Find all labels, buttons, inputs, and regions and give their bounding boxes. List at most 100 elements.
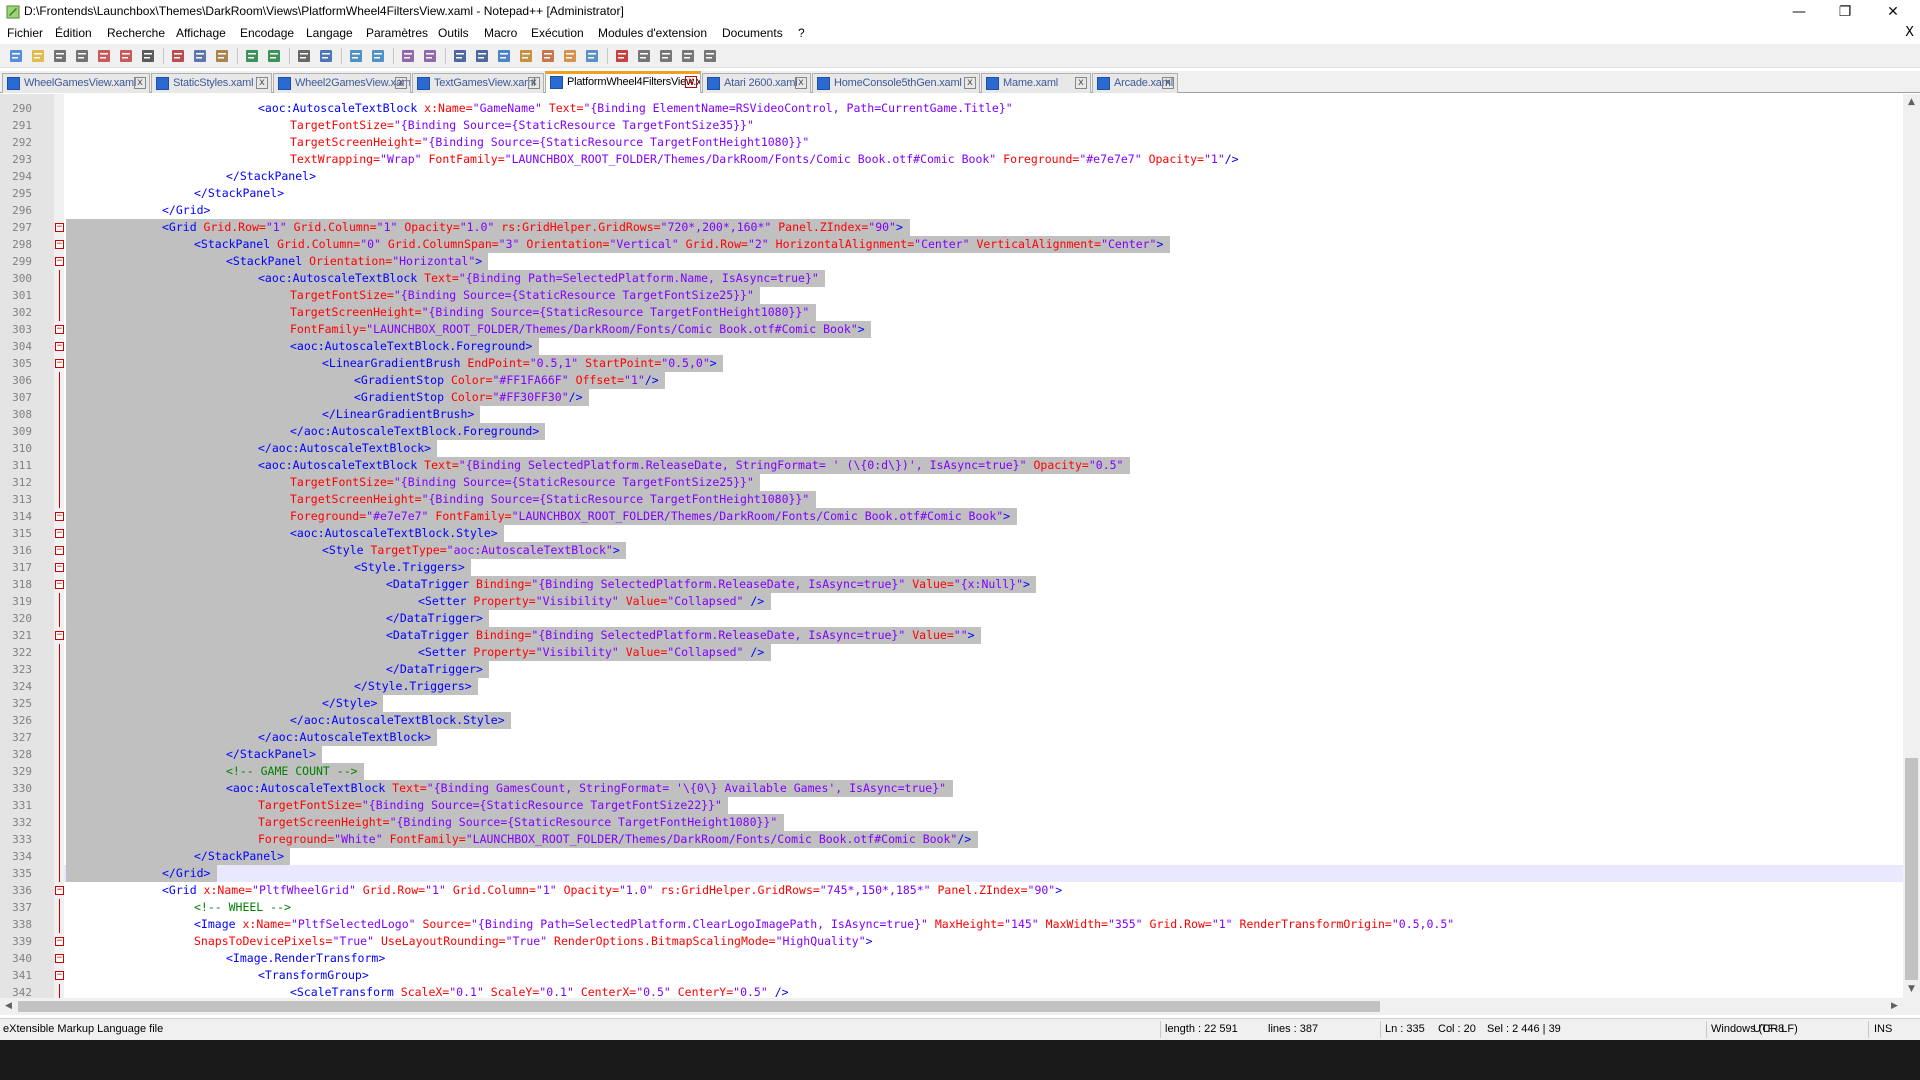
function-list-icon[interactable] (540, 48, 556, 64)
code-line[interactable]: 306 <GradientStop Color="#FF1FA66F" Offse… (0, 372, 1903, 389)
horizontal-scroll-thumb[interactable] (18, 1001, 1380, 1012)
close-all-icon[interactable] (118, 48, 134, 64)
doc-map-icon[interactable] (518, 48, 534, 64)
code-line[interactable]: 310 </aoc:AutoscaleTextBlock> (0, 440, 1903, 457)
folder-workspace-icon[interactable] (562, 48, 578, 64)
find-icon[interactable] (296, 48, 312, 64)
code-line[interactable]: 305− <LinearGradientBrush EndPoint="0.5,1… (0, 355, 1903, 372)
close-document-button[interactable]: X (1905, 25, 1914, 40)
fold-toggle-icon[interactable]: − (55, 325, 64, 334)
code-line[interactable]: 312 TargetFontSize="{Binding Source={Stat… (0, 474, 1903, 491)
menu-documents[interactable]: Documents (722, 26, 783, 40)
code-line[interactable]: 296 </Grid> (0, 202, 1903, 219)
zoom-in-icon[interactable] (348, 48, 364, 64)
tab-close-icon[interactable]: x (395, 77, 407, 89)
tab-platformwheel4filtersview-xaml[interactable]: PlatformWheel4FiltersView.xamlx (545, 71, 701, 93)
code-line[interactable]: 300 <aoc:AutoscaleTextBlock Text="{Bindin… (0, 270, 1903, 287)
tab-textgamesview-xaml[interactable]: TextGamesView.xaml x (412, 73, 544, 93)
run-macro-multiple-icon[interactable] (680, 48, 696, 64)
tab-arcade-xaml[interactable]: Arcade.xaml x (1092, 73, 1178, 93)
code-line[interactable]: 317 − <Style.Triggers> (0, 559, 1903, 576)
fold-toggle-icon[interactable]: − (55, 546, 64, 555)
horizontal-scrollbar[interactable]: ◀ ▶ (0, 998, 1920, 1015)
menu-outils[interactable]: Outils (438, 26, 469, 40)
code-line[interactable]: 333 Foreground="White" FontFamily="LAUNCH… (0, 831, 1903, 848)
fold-toggle-icon[interactable]: − (55, 886, 64, 895)
scroll-right-icon[interactable]: ▶ (1886, 998, 1903, 1015)
maximize-button[interactable]: ❐ (1822, 0, 1868, 24)
code-line[interactable]: 308 </LinearGradientBrush> (0, 406, 1903, 423)
show-all-chars-icon[interactable] (474, 48, 490, 64)
code-line[interactable]: 313 TargetScreenHeight="{Binding Source={… (0, 491, 1903, 508)
code-line[interactable]: 335 </Grid> (0, 865, 1903, 882)
code-editor[interactable]: 290 <aoc:AutoscaleTextBlock x:Name="GameN… (0, 94, 1903, 998)
zoom-out-icon[interactable] (370, 48, 386, 64)
sync-horizontal-icon[interactable] (422, 48, 438, 64)
minimize-button[interactable]: — (1776, 0, 1822, 24)
code-line[interactable]: 342 <ScaleTransform ScaleX="0.1" ScaleY="… (0, 984, 1903, 998)
save-macro-icon[interactable] (702, 48, 718, 64)
redo-icon[interactable] (266, 48, 282, 64)
code-line[interactable]: 297− <Grid Grid.Row="1" Grid.Column="1" O… (0, 219, 1903, 236)
tab-staticstyles-xaml[interactable]: StaticStyles.xaml x (151, 73, 272, 93)
tab-close-icon[interactable]: x (256, 77, 268, 89)
fold-toggle-icon[interactable]: − (55, 954, 64, 963)
code-line[interactable]: 329 <!-- GAME COUNT --> (0, 763, 1903, 780)
code-line[interactable]: 311 <aoc:AutoscaleTextBlock Text="{Bindin… (0, 457, 1903, 474)
code-line[interactable]: 314− Foreground="#e7e7e7" FontFamily="LAU… (0, 508, 1903, 525)
tab-wheel2gamesview-xaml[interactable]: Wheel2GamesView.xaml x (273, 73, 411, 93)
fold-toggle-icon[interactable]: − (55, 342, 64, 351)
fold-toggle-icon[interactable]: − (55, 223, 64, 232)
tab-mame-xaml[interactable]: Mame.xaml x (981, 73, 1091, 93)
code-line[interactable]: 303− FontFamily="LAUNCHBOX_ROOT_FOLDER/Th… (0, 321, 1903, 338)
code-line[interactable]: 336− <Grid x:Name="PltfWheelGrid" Grid.Ro… (0, 882, 1903, 899)
code-line[interactable]: 320 </DataTrigger> (0, 610, 1903, 627)
code-line[interactable]: 304 − <aoc:AutoscaleTextBlock.Foreground> (0, 338, 1903, 355)
code-line[interactable]: 290 <aoc:AutoscaleTextBlock x:Name="GameN… (0, 100, 1903, 117)
word-wrap-icon[interactable] (452, 48, 468, 64)
vertical-scroll-thumb[interactable] (1905, 758, 1918, 980)
code-line[interactable]: 292 TargetScreenHeight="{Binding Source={… (0, 134, 1903, 151)
code-line[interactable]: 341 − <TransformGroup> (0, 967, 1903, 984)
menu-recherche[interactable]: Recherche (107, 26, 165, 40)
code-line[interactable]: 295 </StackPanel> (0, 185, 1903, 202)
code-line[interactable]: 293 TextWrapping="Wrap" FontFamily="LAUNC… (0, 151, 1903, 168)
code-line[interactable]: 334 </StackPanel> (0, 848, 1903, 865)
monitoring-icon[interactable] (584, 48, 600, 64)
indent-guide-icon[interactable] (496, 48, 512, 64)
save-icon[interactable] (52, 48, 68, 64)
menu-affichage[interactable]: Affichage (176, 26, 226, 40)
tab-close-icon[interactable]: x (685, 76, 697, 88)
vertical-scrollbar[interactable]: ▲ ▼ (1903, 94, 1920, 998)
code-line[interactable]: 338 <Image x:Name="PltfSelectedLogo" Sour… (0, 916, 1903, 933)
code-line[interactable]: 302 TargetScreenHeight="{Binding Source={… (0, 304, 1903, 321)
fold-toggle-icon[interactable]: − (55, 257, 64, 266)
tab-wheelgamesview-xaml[interactable]: WheelGamesView.xaml x (2, 73, 150, 93)
tab-atari-2600-xaml[interactable]: Atari 2600.xaml x (702, 73, 811, 93)
code-line[interactable]: 294 </StackPanel> (0, 168, 1903, 185)
record-macro-icon[interactable] (614, 48, 630, 64)
menu-help[interactable]: ? (798, 26, 805, 40)
fold-toggle-icon[interactable]: − (55, 529, 64, 538)
tab-close-icon[interactable]: x (1075, 77, 1087, 89)
code-line[interactable]: 298− <StackPanel Grid.Column="0" Grid.Col… (0, 236, 1903, 253)
code-line[interactable]: 328 </StackPanel> (0, 746, 1903, 763)
undo-icon[interactable] (244, 48, 260, 64)
code-line[interactable]: 325 </Style> (0, 695, 1903, 712)
menu-langage[interactable]: Langage (306, 26, 353, 40)
fold-toggle-icon[interactable]: − (55, 971, 64, 980)
menu-macro[interactable]: Macro (484, 26, 517, 40)
code-line[interactable]: 326 </aoc:AutoscaleTextBlock.Style> (0, 712, 1903, 729)
scroll-down-icon[interactable]: ▼ (1903, 981, 1920, 998)
menu-parametres[interactable]: Paramètres (366, 26, 428, 40)
new-file-icon[interactable] (8, 48, 24, 64)
paste-icon[interactable] (214, 48, 230, 64)
menu-fichier[interactable]: Fichier (7, 26, 43, 40)
fold-toggle-icon[interactable]: − (55, 240, 64, 249)
code-line[interactable]: 337 <!-- WHEEL --> (0, 899, 1903, 916)
play-macro-icon[interactable] (658, 48, 674, 64)
sync-vertical-icon[interactable] (400, 48, 416, 64)
code-line[interactable]: 318− <DataTrigger Binding="{Binding Selec… (0, 576, 1903, 593)
replace-icon[interactable] (318, 48, 334, 64)
fold-toggle-icon[interactable]: − (55, 580, 64, 589)
